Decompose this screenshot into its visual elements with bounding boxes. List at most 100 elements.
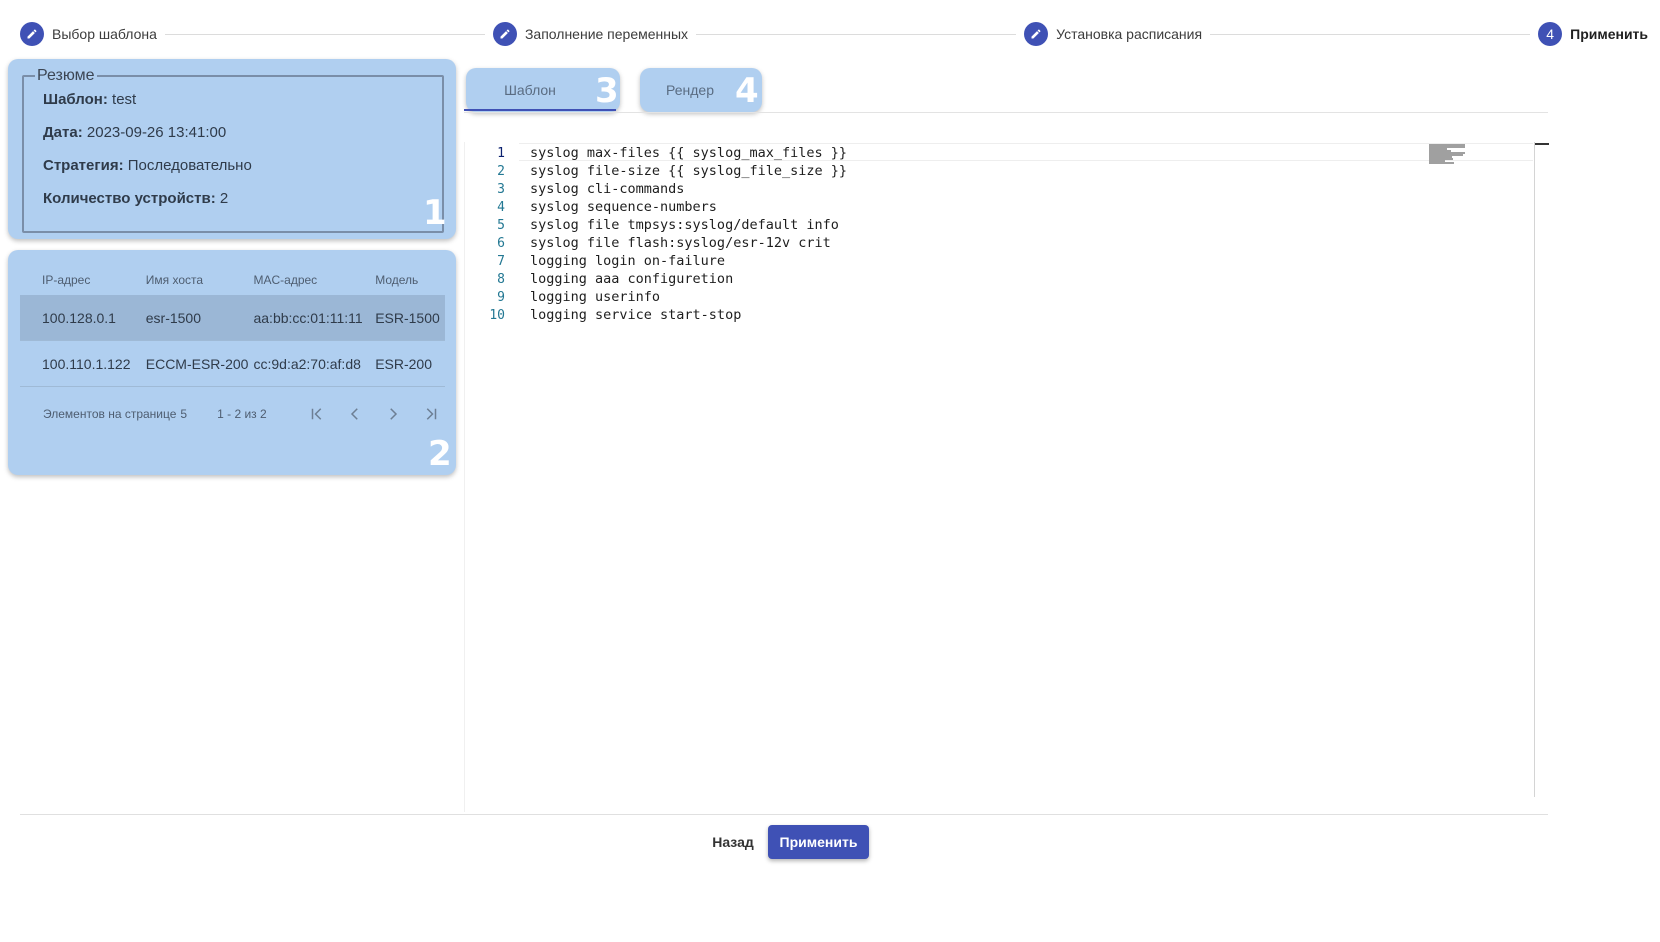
- column-header-host[interactable]: Имя хоста: [146, 273, 254, 287]
- summary-strategy-value: Последовательно: [127, 157, 252, 174]
- step-connector: [1210, 33, 1531, 35]
- line-number: 7: [497, 253, 505, 269]
- code-editor[interactable]: 1 syslog max-files {{ syslog_max_files }}…: [464, 142, 1549, 812]
- code-line[interactable]: 2 syslog file-size {{ syslog_file_size }}: [465, 162, 847, 180]
- line-text: syslog file tmpsys:syslog/default info: [530, 217, 839, 233]
- cell-mac: aa:bb:cc:01:11:11: [253, 309, 363, 326]
- table-row[interactable]: 100.110.1.122 ECCM-ESR-200 cc:9d:a2:70:a…: [20, 341, 445, 387]
- line-text: logging userinfo: [530, 289, 661, 305]
- step-label: Заполнение переменных: [524, 26, 689, 42]
- step-connector: [696, 33, 1017, 35]
- vertical-scrollbar[interactable]: [1534, 142, 1535, 797]
- scrollbar-thumb[interactable]: [1535, 143, 1549, 145]
- line-number: 1: [497, 145, 505, 161]
- line-number: 4: [497, 199, 505, 215]
- step-number: 4: [1538, 22, 1563, 46]
- code-line[interactable]: 9 logging userinfo: [465, 288, 660, 306]
- summary-template: Шаблон: test: [43, 91, 136, 108]
- table-row[interactable]: 100.128.0.1 esr-1500 aa:bb:cc:01:11:11 E…: [20, 295, 445, 341]
- summary-devices-count-value: 2: [219, 190, 229, 207]
- page-range: 1 - 2 из 2: [217, 407, 267, 421]
- line-text: logging aaa configuretion: [530, 271, 734, 287]
- summary-legend: Резюме: [35, 67, 97, 85]
- pager-buttons: [305, 402, 443, 426]
- paginator: Элементов на странице 5 1 - 2 из 2: [43, 402, 453, 426]
- pencil-icon: [20, 22, 44, 46]
- line-text: syslog cli-commands: [530, 181, 685, 197]
- code-line[interactable]: 4 syslog sequence-numbers: [465, 198, 717, 216]
- tab-template[interactable]: Шаблон 3: [466, 68, 620, 112]
- tab-label: Шаблон: [504, 82, 556, 98]
- footer-divider: [20, 814, 1548, 815]
- pencil-icon: [492, 22, 517, 46]
- pencil-icon: [1024, 22, 1049, 46]
- annotation-badge: 4: [735, 71, 759, 111]
- summary-date: Дата: 2023-09-26 13:41:00: [43, 124, 226, 141]
- step-select-template[interactable]: Выбор шаблона: [20, 22, 157, 46]
- step-label: Установка расписания: [1056, 26, 1203, 42]
- tab-label: Рендер: [666, 82, 714, 98]
- line-number: 9: [497, 289, 505, 305]
- column-header-mac[interactable]: MAC-адрес: [253, 273, 375, 287]
- line-number: 3: [497, 181, 505, 197]
- apply-button[interactable]: Применить: [768, 825, 869, 859]
- last-page-icon[interactable]: [419, 402, 443, 426]
- line-text: logging login on-failure: [530, 253, 726, 269]
- line-text: logging service start-stop: [530, 307, 742, 323]
- step-set-schedule[interactable]: Установка расписания: [1024, 22, 1202, 46]
- devices-table-card: IP-адрес Имя хоста MAC-адрес Модель 100.…: [8, 250, 456, 475]
- page-size-select[interactable]: 5: [180, 407, 187, 421]
- summary-card: Шаблон: test Дата: 2023-09-26 13:41:00 С…: [8, 59, 456, 239]
- summary-strategy: Стратегия: Последовательно: [43, 157, 252, 174]
- summary-strategy-label: Стратегия:: [43, 157, 124, 174]
- annotation-badge: 1: [423, 193, 447, 233]
- line-number: 6: [497, 235, 505, 251]
- page-size-label: Элементов на странице: [43, 407, 177, 421]
- step-fill-variables[interactable]: Заполнение переменных: [492, 22, 689, 46]
- code-line[interactable]: 7 logging login on-failure: [465, 252, 725, 270]
- step-apply[interactable]: 4 Применить: [1538, 22, 1648, 46]
- line-text: syslog max-files {{ syslog_max_files }}: [530, 145, 847, 161]
- back-button[interactable]: Назад: [704, 826, 762, 858]
- line-number: 5: [497, 217, 505, 233]
- step-connector: [164, 33, 485, 35]
- code-line[interactable]: 5 syslog file tmpsys:syslog/default info: [465, 216, 839, 234]
- code-line[interactable]: 10 logging service start-stop: [465, 306, 741, 324]
- column-header-model[interactable]: Модель: [375, 273, 445, 287]
- line-text: syslog sequence-numbers: [530, 199, 717, 215]
- summary-devices-count: Количество устройств: 2: [43, 190, 228, 207]
- cell-ip: 100.128.0.1: [42, 309, 116, 326]
- line-text: syslog file flash:syslog/esr-12v crit: [530, 235, 831, 251]
- tab-render[interactable]: Рендер 4: [640, 68, 762, 112]
- step-label: Выбор шаблона: [52, 26, 157, 42]
- line-number: 2: [497, 163, 505, 179]
- summary-date-value: 2023-09-26 13:41:00: [86, 124, 227, 141]
- active-tab-indicator: [464, 109, 616, 111]
- first-page-icon[interactable]: [305, 402, 329, 426]
- summary-template-label: Шаблон:: [43, 91, 108, 108]
- code-line[interactable]: 1 syslog max-files {{ syslog_max_files }}: [465, 144, 847, 162]
- next-page-icon[interactable]: [381, 402, 405, 426]
- cell-host: esr-1500: [145, 309, 202, 326]
- annotation-badge: 2: [428, 434, 452, 474]
- column-header-ip[interactable]: IP-адрес: [20, 273, 146, 287]
- line-text: syslog file-size {{ syslog_file_size }}: [530, 163, 847, 179]
- code-line[interactable]: 8 logging aaa configuretion: [465, 270, 733, 288]
- table-header: IP-адрес Имя хоста MAC-адрес Модель: [20, 260, 445, 300]
- minimap[interactable]: [1429, 144, 1467, 164]
- cell-model: ESR-200: [375, 355, 432, 372]
- annotation-badge: 3: [595, 71, 619, 111]
- step-label: Применить: [1570, 26, 1649, 42]
- line-number: 8: [497, 271, 505, 287]
- summary-date-label: Дата:: [43, 124, 83, 141]
- cell-mac: cc:9d:a2:70:af:d8: [253, 355, 361, 372]
- previous-page-icon[interactable]: [343, 402, 367, 426]
- tabs-divider: [464, 112, 1548, 113]
- code-line[interactable]: 3 syslog cli-commands: [465, 180, 684, 198]
- stepper: Выбор шаблона Заполнение переменных Уста…: [20, 22, 1648, 46]
- summary-template-value: test: [112, 91, 137, 108]
- cell-host: ECCM-ESR-200: [145, 355, 249, 372]
- code-line[interactable]: 6 syslog file flash:syslog/esr-12v crit: [465, 234, 831, 252]
- line-number: 10: [489, 307, 505, 323]
- summary-devices-count-label: Количество устройств:: [43, 190, 216, 207]
